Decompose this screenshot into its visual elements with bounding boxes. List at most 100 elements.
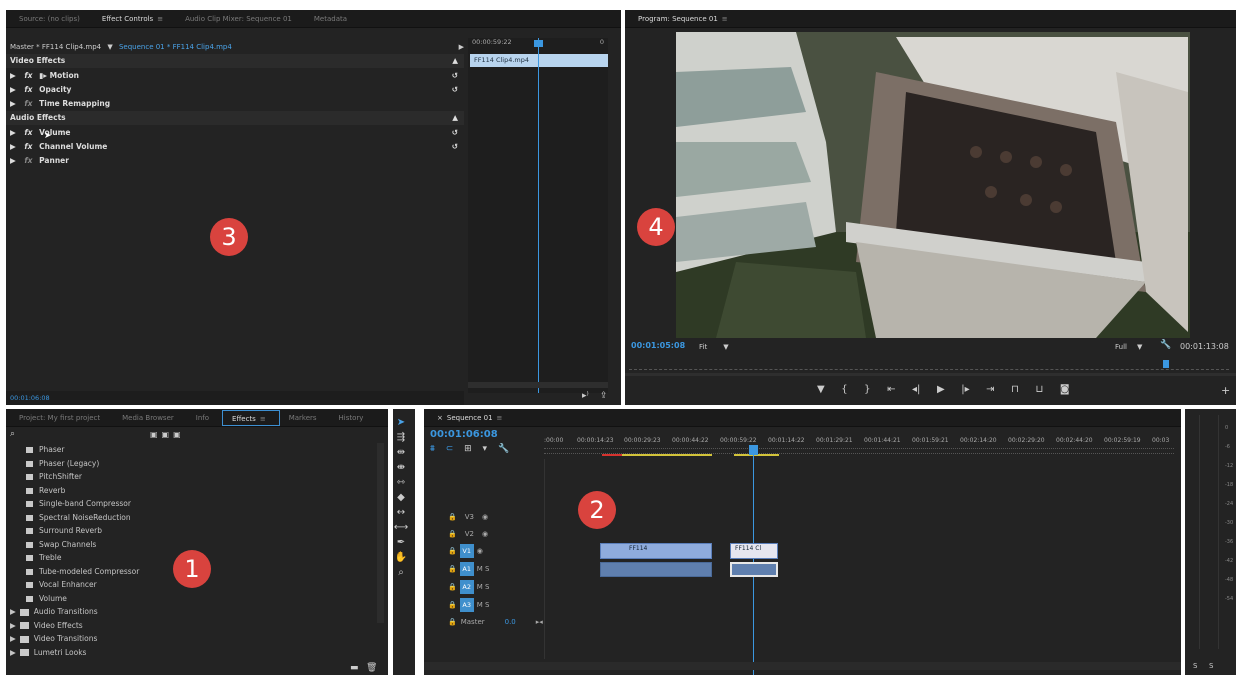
tab-metadata[interactable]: Metadata [305, 10, 360, 28]
extract-icon[interactable]: ⊔ [1035, 384, 1043, 395]
folder-video-effects[interactable]: ▶ Video Effects [10, 619, 83, 633]
lift-icon[interactable]: ⊓ [1011, 384, 1019, 395]
master-clip-label[interactable]: Master * FF114 Clip4.mp4 [6, 43, 101, 51]
effect-filter-icons[interactable]: ▣▣▣ [150, 430, 185, 439]
folder-lumetri-looks[interactable]: ▶ Lumetri Looks [10, 646, 86, 660]
mini-playhead[interactable] [538, 38, 539, 393]
fx-icon[interactable]: fx [24, 85, 32, 94]
list-item[interactable]: Phaser [26, 443, 64, 457]
mute-icon[interactable]: M S [477, 601, 490, 609]
effect-row-channel-volume[interactable]: ▶ fx Channel Volume ↺ [6, 140, 464, 154]
scroll-up-icon[interactable]: ▲ [452, 54, 458, 68]
disclosure-icon[interactable]: ▶ [10, 128, 16, 137]
panel-menu-icon[interactable]: ≡ [260, 415, 266, 423]
panel-menu-icon[interactable]: ≡ [722, 15, 728, 23]
list-item[interactable]: PitchShifter [26, 470, 82, 484]
list-item[interactable]: Surround Reverb [26, 524, 102, 538]
eye-icon[interactable]: ◉ [482, 513, 488, 521]
video-clip-1[interactable]: FF114 [600, 543, 712, 559]
effects-scrollbar[interactable] [377, 443, 384, 623]
track-header-master[interactable]: 🔒 Master 0.0 ▸◂ [424, 614, 543, 631]
trash-icon[interactable]: 🗑 [366, 663, 377, 673]
track-header-v2[interactable]: 🔒 V2 ◉ [424, 526, 488, 543]
audio-clip-2[interactable] [730, 562, 778, 577]
track-header-v1[interactable]: 🔒 V1 ◉ [424, 543, 483, 560]
ripple-edit-tool-icon[interactable]: ⇹ [393, 445, 409, 460]
hand-tool-icon[interactable]: ✋ [393, 550, 409, 565]
list-item[interactable]: Single-band Compressor [26, 497, 131, 511]
eye-icon[interactable]: ◉ [477, 547, 483, 555]
fx-icon[interactable]: fx [24, 99, 32, 108]
linked-selection-icon[interactable]: ⊂ [446, 444, 454, 454]
step-back-icon[interactable]: ◂| [912, 384, 920, 395]
tab-sequence-01[interactable]: × Sequence 01 ≡ [428, 409, 515, 427]
tab-program[interactable]: Program: Sequence 01 ≡ [629, 10, 741, 28]
effect-row-panner[interactable]: ▶ fx Panner [6, 154, 464, 168]
new-folder-icon[interactable]: ▬ [350, 663, 359, 673]
quality-dropdown[interactable]: Full ▼ [1115, 343, 1142, 351]
effect-row-motion[interactable]: ▶ fx ▮▸ Motion ↺ [6, 69, 464, 83]
add-marker-icon[interactable]: ⊞ [464, 444, 472, 454]
reset-icon[interactable]: ↺ [452, 126, 458, 140]
export-icon[interactable]: ⇪ [600, 391, 608, 401]
search-icon[interactable]: ⌕ [10, 429, 15, 439]
tab-audio-clip-mixer[interactable]: Audio Clip Mixer: Sequence 01 [176, 10, 305, 28]
fit-dropdown[interactable]: Fit ▼ [699, 343, 729, 351]
lock-icon[interactable]: 🔒 [448, 583, 457, 591]
program-current-timecode[interactable]: 00:01:05:08 [631, 341, 685, 350]
tab-effect-controls[interactable]: Effect Controls ≡ [93, 10, 176, 28]
play-icon[interactable]: ▶ [937, 384, 945, 395]
wrench-icon[interactable]: 🔧 [1160, 340, 1171, 350]
camera-icon[interactable]: ◙ [1060, 384, 1070, 395]
tab-source[interactable]: Source: (no clips) [10, 10, 93, 28]
tab-info[interactable]: Info [187, 409, 222, 427]
mark-in-icon[interactable]: { [841, 384, 847, 395]
reset-icon[interactable]: ↺ [452, 83, 458, 97]
lock-icon[interactable]: 🔒 [448, 601, 457, 609]
go-to-end-icon[interactable]: ▸◂ [536, 618, 543, 626]
filter-icon[interactable]: ▸⁾ [582, 391, 589, 401]
list-item[interactable]: Tube-modeled Compressor [26, 565, 139, 579]
time-ruler[interactable]: :00:00 00:00:14:23 00:00:29:23 00:00:44:… [544, 437, 1181, 459]
disclosure-icon[interactable]: ▶ [10, 156, 16, 165]
reset-icon[interactable]: ↺ [452, 69, 458, 83]
add-marker-icon[interactable]: ▼ [817, 384, 825, 395]
disclosure-icon[interactable]: ▶ [10, 71, 16, 80]
razor-tool-icon[interactable]: ◆ [393, 490, 409, 505]
go-to-out-icon[interactable]: ⇥ [986, 384, 994, 395]
expand-arrow-icon[interactable]: ▶ [459, 40, 464, 54]
slide-tool-icon[interactable]: ⟷ [393, 520, 409, 535]
folder-video-transitions[interactable]: ▶ Video Transitions [10, 632, 97, 646]
program-time-ruler[interactable] [629, 364, 1229, 370]
disclosure-icon[interactable]: ▶ [10, 85, 16, 94]
tab-history[interactable]: History [330, 409, 377, 427]
solo-right-button[interactable]: S [1209, 662, 1213, 670]
audio-clip-1[interactable] [600, 562, 712, 577]
list-item[interactable]: Phaser (Legacy) [26, 457, 99, 471]
mini-scrollbar[interactable] [468, 382, 608, 388]
effect-controls-timecode[interactable]: 00:01:06:08 [10, 394, 50, 402]
program-playhead[interactable] [1163, 360, 1169, 368]
add-button-icon[interactable]: + [1221, 384, 1230, 397]
track-header-v3[interactable]: 🔒 V3 ◉ [424, 509, 488, 526]
close-icon[interactable]: × [437, 414, 443, 422]
panel-menu-icon[interactable]: ≡ [497, 414, 503, 422]
mark-out-icon[interactable]: } [864, 384, 870, 395]
slip-tool-icon[interactable]: ↔ [393, 505, 409, 520]
step-forward-icon[interactable]: |▸ [961, 384, 969, 395]
rolling-edit-tool-icon[interactable]: ⇼ [393, 460, 409, 475]
reset-icon[interactable]: ↺ [452, 140, 458, 154]
tab-markers[interactable]: Markers [280, 409, 330, 427]
wrench-icon[interactable]: 🔧 [498, 444, 509, 454]
fx-icon[interactable]: fx [24, 142, 32, 151]
timeline-timecode[interactable]: 00:01:06:08 [430, 429, 498, 440]
track-select-tool-icon[interactable]: ⇶ [393, 430, 409, 445]
list-item[interactable]: Swap Channels [26, 538, 96, 552]
mini-playhead-handle[interactable] [534, 40, 543, 47]
lock-icon[interactable]: 🔒 [448, 565, 457, 573]
clip-dropdown-icon[interactable]: ▼ [107, 43, 112, 51]
lock-icon[interactable]: 🔒 [448, 513, 457, 521]
sequence-clip-label[interactable]: Sequence 01 * FF114 Clip4.mp4 [119, 43, 232, 51]
list-item[interactable]: Reverb [26, 484, 65, 498]
tab-media-browser[interactable]: Media Browser [113, 409, 187, 427]
